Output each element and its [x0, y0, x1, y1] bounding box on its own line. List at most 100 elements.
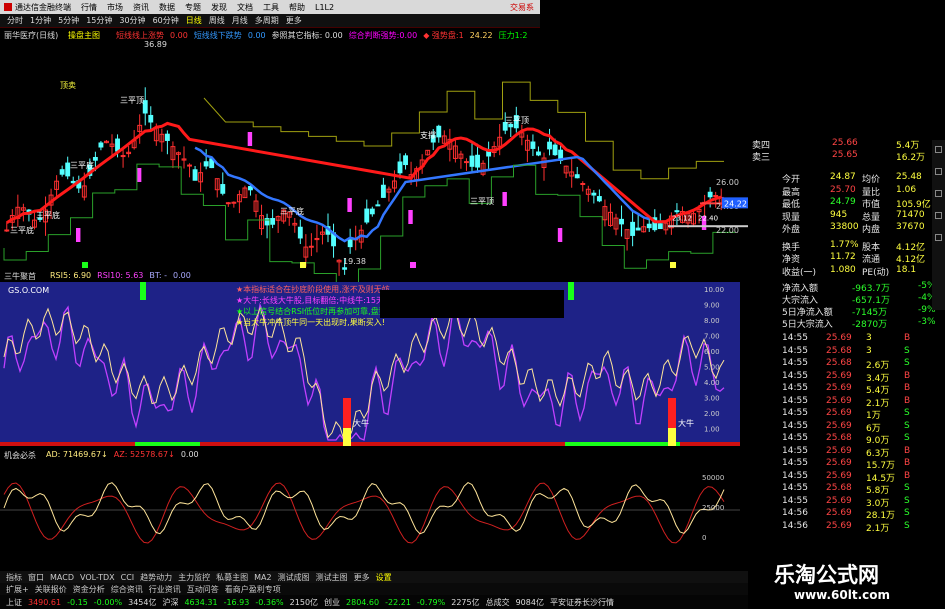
chart-legend-item: RSI10: 5.63	[97, 271, 144, 280]
tab-30min[interactable]: 30分钟	[119, 15, 145, 26]
menu-market2[interactable]: 市场	[107, 2, 123, 13]
event-marker	[300, 262, 306, 268]
indicator-tab[interactable]: 趋势动力	[140, 572, 172, 583]
indicator-tab[interactable]: 更多	[354, 572, 370, 583]
indicator-axis-label: 4.00	[704, 379, 720, 387]
menu-discover[interactable]: 发现	[211, 2, 227, 13]
info-tab[interactable]: 互动问答	[187, 584, 219, 595]
quote-field-value: 1.06	[896, 184, 917, 195]
candle-body	[580, 183, 586, 185]
mid-chart-legends: RSI5: 6.90 RSI10: 5.63 BT: - 0.00	[50, 271, 197, 280]
candle-body	[342, 267, 348, 270]
tab-60min[interactable]: 60分钟	[153, 15, 179, 26]
quote-field-label: 市值	[862, 200, 881, 210]
candle-body	[380, 184, 386, 198]
menu-l1l2[interactable]: L1L2	[315, 3, 334, 12]
info-tab[interactable]: 扩展+	[6, 584, 29, 595]
tab-weekly[interactable]: 周线	[209, 15, 225, 26]
candle-body	[187, 164, 192, 167]
index-sh-name[interactable]: 上证	[6, 597, 22, 608]
tab-daily[interactable]: 日线	[186, 15, 202, 26]
quote-field-label: 换手	[782, 242, 801, 253]
menu-tools[interactable]: 工具	[263, 2, 279, 13]
tab-5min[interactable]: 5分钟	[58, 15, 79, 26]
tab-15min[interactable]: 15分钟	[86, 15, 112, 26]
search-icon[interactable]	[935, 168, 942, 175]
info-tab[interactable]: 综合资讯	[111, 584, 143, 595]
tab-1min[interactable]: 1分钟	[30, 15, 51, 26]
plus-icon[interactable]	[935, 190, 942, 197]
menu-help[interactable]: 帮助	[289, 2, 305, 13]
chart-legend-item: 0.00	[173, 271, 191, 280]
tick-volume: 5.8万	[866, 486, 890, 496]
tab-multi-period[interactable]: 多周期	[255, 15, 279, 26]
indicator-axis-label: 3.00	[704, 395, 720, 403]
main-chart-indicator-label[interactable]: 操盘主图	[68, 30, 100, 41]
right-toolbar	[932, 140, 945, 310]
bottom-chart-name[interactable]: 机会必杀	[4, 450, 36, 461]
indicator-tab[interactable]: MACD	[50, 573, 74, 582]
indicator-tab[interactable]: 主力监控	[178, 572, 210, 583]
indicator-axis-label: 8.00	[704, 317, 720, 325]
chart-legend-item: 0.00	[247, 31, 266, 40]
list-icon[interactable]	[935, 234, 942, 241]
chart-legend-item: BT: -	[149, 271, 167, 280]
indicator-tab[interactable]: 窗口	[28, 572, 44, 583]
indicator-tab[interactable]: VOL-TDX	[80, 573, 115, 582]
indicator-axis-label: 1.00	[704, 426, 720, 434]
indicator-tab[interactable]: CCI	[121, 573, 135, 582]
main-high-label: 36.89	[144, 40, 167, 49]
index-cy-change: -22.21	[385, 597, 411, 607]
period-tab-bar: 分时 1分钟 5分钟 15分钟 30分钟 60分钟 日线 周线 月线 多周期 更…	[0, 14, 540, 28]
event-marker	[410, 262, 416, 268]
event-marker	[670, 262, 676, 268]
chart-legend-item: AD: 71469.67↓	[46, 450, 108, 459]
indicator-tab[interactable]: 私募主图	[216, 572, 248, 583]
index-cy-name[interactable]: 创业	[324, 597, 340, 608]
menu-doc[interactable]: 文档	[237, 2, 253, 13]
candle-body	[574, 174, 580, 179]
tick-time: 14:55	[782, 333, 808, 343]
indicator-tab[interactable]: MA2	[254, 573, 271, 582]
candle-body	[115, 138, 120, 152]
indicator-axis-label: 2.00	[704, 410, 720, 418]
index-sz-pct: -0.36%	[255, 597, 284, 607]
tab-minute[interactable]: 分时	[7, 15, 23, 26]
indicator-axis-label: 10.00	[704, 286, 724, 294]
gear-icon[interactable]	[935, 146, 942, 153]
quote-field-value: 71470	[896, 209, 925, 220]
minus-icon[interactable]	[935, 212, 942, 219]
candle-body	[530, 141, 536, 149]
menu-data[interactable]: 数据	[159, 2, 175, 13]
menu-news[interactable]: 资讯	[133, 2, 149, 13]
tick-flag: S	[904, 483, 910, 493]
indicator-tab[interactable]: 设置	[376, 572, 392, 583]
broker-name[interactable]: 平安证券长沙行情	[550, 597, 614, 608]
candle-body	[192, 169, 198, 181]
indicator-tab[interactable]: 测试主图	[316, 572, 348, 583]
trade-button[interactable]: 交易系	[510, 2, 534, 13]
info-tab[interactable]: 看商户盈利专项	[225, 584, 281, 595]
tick-time: 14:55	[782, 408, 808, 418]
info-tab[interactable]: 关联报价	[35, 584, 67, 595]
menu-topic[interactable]: 专题	[185, 2, 201, 13]
chart-legend-item: 0.00	[180, 450, 199, 459]
tab-monthly[interactable]: 月线	[232, 15, 248, 26]
quote-field-label: 今开	[782, 175, 801, 185]
tick-volume: 6.3万	[866, 448, 890, 459]
candle-body	[375, 204, 381, 207]
chart-area[interactable]: 顶卖 三平底 三平底 三平底 三平底 三平顶 三平顶 支撑 三平顶 23.12 22.40 大牛 大牛 2…	[0, 28, 748, 571]
indicator-tab[interactable]: 指标	[6, 572, 22, 583]
candle-body	[630, 221, 636, 236]
index-sz-name[interactable]: 沪深	[162, 597, 178, 608]
info-tab[interactable]: 资金分析	[73, 584, 105, 595]
indicator-tab[interactable]: 测试成图	[278, 572, 310, 583]
quote-field-label: 内盘	[862, 225, 881, 235]
menu-market[interactable]: 行情	[81, 2, 97, 13]
tab-more[interactable]: 更多	[286, 15, 302, 26]
info-tab[interactable]: 行业资讯	[149, 584, 181, 595]
total-name: 总成交	[485, 597, 510, 607]
event-marker	[82, 262, 88, 268]
mid-chart-name[interactable]: 三牛聚首	[4, 271, 36, 282]
tick-volume: 5.4万	[866, 386, 890, 396]
